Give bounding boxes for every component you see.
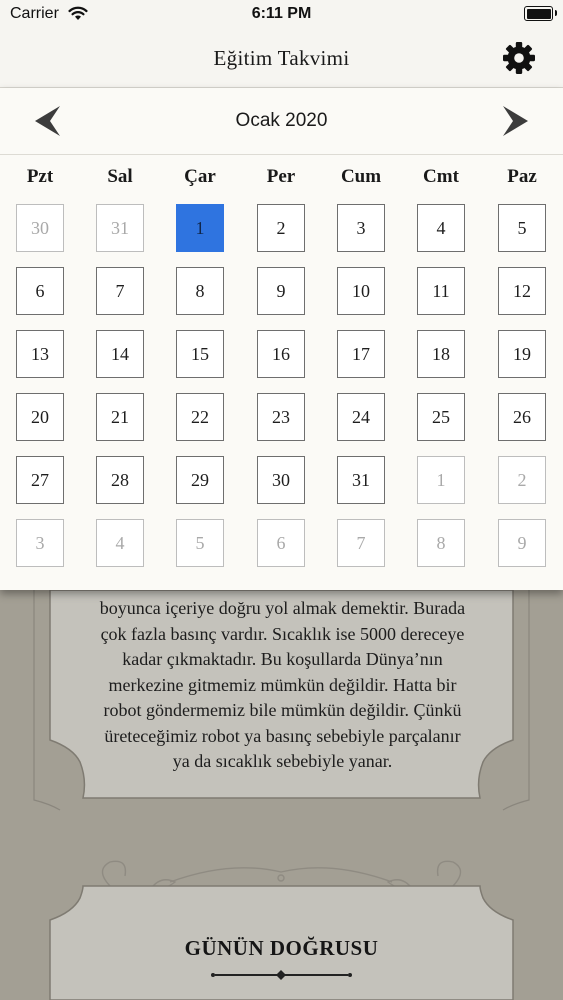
day-cell[interactable]: 18	[417, 330, 465, 378]
day-cell[interactable]: 4	[96, 519, 144, 567]
day-cell[interactable]: 17	[337, 330, 385, 378]
day-cell[interactable]: 30	[257, 456, 305, 504]
weekday-label: Sal	[107, 166, 133, 187]
weekday-label: Pzt	[26, 166, 54, 187]
article-line: kadar çıkmaktadır. Bu koşullarda Dünya’n…	[122, 649, 443, 669]
day-cell[interactable]: 6	[16, 267, 64, 315]
weekday-label: Cum	[340, 166, 382, 187]
day-cell[interactable]: 16	[257, 330, 305, 378]
day-cell[interactable]: 24	[337, 393, 385, 441]
day-cell[interactable]: 8	[417, 519, 465, 567]
day-cell[interactable]: 31	[96, 204, 144, 252]
day-cell[interactable]: 2	[257, 204, 305, 252]
day-cell[interactable]: 19	[498, 330, 546, 378]
day-cell[interactable]: 11	[417, 267, 465, 315]
weekday-label: Paz	[507, 166, 537, 187]
status-time: 6:11 PM	[251, 5, 312, 22]
day-cell[interactable]: 25	[417, 393, 465, 441]
day-cell[interactable]: 5	[176, 519, 224, 567]
day-cell[interactable]: 9	[498, 519, 546, 567]
day-cell[interactable]: 7	[337, 519, 385, 567]
day-cell[interactable]: 21	[96, 393, 144, 441]
day-cell[interactable]: 23	[257, 393, 305, 441]
settings-gear-icon[interactable]	[500, 39, 538, 77]
day-cell-selected[interactable]: 1	[176, 204, 224, 252]
month-navigation: Ocak 2020	[0, 88, 563, 155]
day-cell[interactable]: 8	[176, 267, 224, 315]
day-cell[interactable]: 30	[16, 204, 64, 252]
day-cell[interactable]: 2	[498, 456, 546, 504]
navigation-bar: Eğitim Takvimi	[0, 30, 563, 88]
article-line: boyunca içeriye doğru yol almak demektir…	[99, 598, 466, 618]
article-line: üreteceğimiz robot ya basınç sebebiyle p…	[104, 725, 461, 746]
day-cell[interactable]: 10	[337, 267, 385, 315]
day-cell[interactable]: 1	[417, 456, 465, 504]
daily-content-area: boyunca içeriye doğru yol almak demektir…	[0, 590, 563, 1000]
day-cell[interactable]: 4	[417, 204, 465, 252]
article-line: merkezine gitmemiz mümkün değildir. Hatt…	[108, 674, 457, 695]
day-cell[interactable]: 9	[257, 267, 305, 315]
day-cell[interactable]: 28	[96, 456, 144, 504]
day-cell[interactable]: 29	[176, 456, 224, 504]
article-line: robot göndermemiz bile mümkün değildir. …	[103, 700, 462, 720]
day-cell[interactable]: 5	[498, 204, 546, 252]
battery-icon	[524, 6, 557, 21]
day-cell[interactable]: 14	[96, 330, 144, 378]
day-cell[interactable]: 3	[337, 204, 385, 252]
day-cell[interactable]: 13	[16, 330, 64, 378]
calendar-panel: Ocak 2020 Pzt Sal Çar Per Cum Cmt Paz 30 31 1 2 3 4…	[0, 88, 563, 590]
day-cell[interactable]: 7	[96, 267, 144, 315]
day-cell[interactable]: 6	[257, 519, 305, 567]
page-title: Eğitim Takvimi	[213, 46, 350, 70]
next-month-icon[interactable]	[500, 105, 530, 137]
weekday-label: Cmt	[423, 166, 459, 187]
weekday-label: Per	[266, 166, 296, 187]
day-cell[interactable]: 12	[498, 267, 546, 315]
day-cell[interactable]: 3	[16, 519, 64, 567]
weekday-label: Çar	[184, 166, 216, 187]
day-cell[interactable]: 20	[16, 393, 64, 441]
day-cell[interactable]: 26	[498, 393, 546, 441]
day-cell[interactable]: 15	[176, 330, 224, 378]
day-cell[interactable]: 31	[337, 456, 385, 504]
article-line: çok fazla basınç vardır. Sıcaklık ise 50…	[100, 623, 465, 644]
day-cell[interactable]: 27	[16, 456, 64, 504]
article-text: boyunca içeriye doğru yol almak demektir…	[60, 596, 505, 775]
day-cell[interactable]: 22	[176, 393, 224, 441]
month-label: Ocak 2020	[235, 110, 328, 131]
status-bar: Carrier 6:11 PM	[0, 0, 563, 30]
article-line: ya da sıcaklık sebebiyle yanar.	[172, 751, 393, 771]
section-heading: GÜNÜN DOĞRUSU	[184, 936, 379, 960]
